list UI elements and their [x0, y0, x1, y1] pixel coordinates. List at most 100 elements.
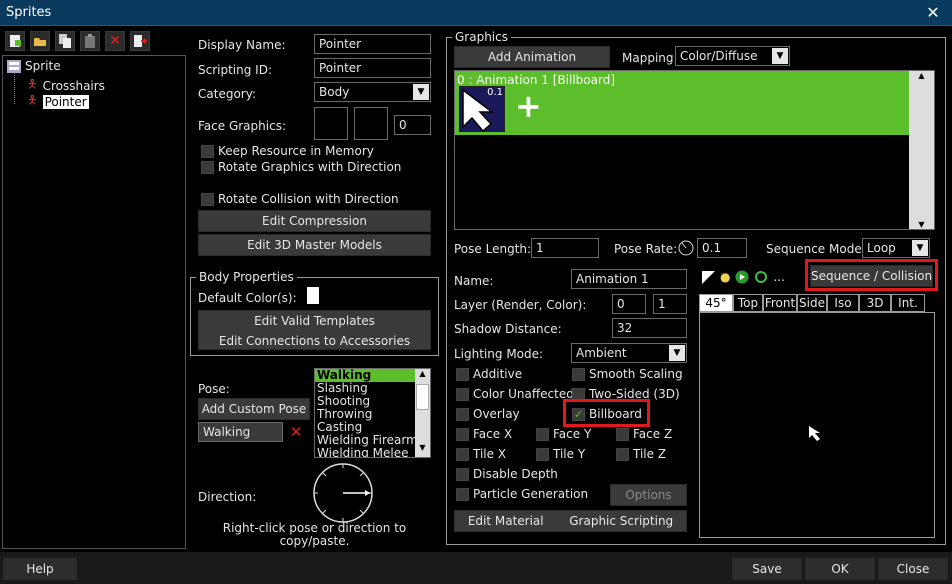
display-name-input[interactable]: Pointer [314, 34, 431, 54]
edit-connections-button[interactable]: Edit Connections to Accessories [199, 331, 430, 351]
scroll-thumb[interactable] [416, 384, 429, 410]
tile-x-checkbox[interactable]: Tile X [456, 447, 506, 461]
category-select[interactable]: Body ▼ [314, 82, 431, 102]
pose-item[interactable]: Wielding Melee [315, 447, 430, 458]
tile-y-checkbox[interactable]: Tile Y [536, 447, 585, 461]
default-color-swatch[interactable] [307, 287, 319, 304]
tab-side[interactable]: Side [797, 294, 827, 312]
more-icon[interactable]: ... [773, 270, 784, 284]
direction-dial[interactable] [312, 462, 374, 524]
shadow-distance-label: Shadow Distance: [454, 322, 562, 336]
display-name-label: Display Name: [198, 38, 286, 52]
animation-scrollbar[interactable]: ▲ ▼ [909, 71, 934, 229]
scroll-down-icon[interactable]: ▼ [909, 220, 934, 229]
add-animation-button[interactable]: Add Animation [454, 46, 610, 68]
title-bar: Sprites ✕ [0, 0, 952, 26]
scroll-up-icon[interactable]: ▲ [909, 71, 934, 80]
export-icon[interactable] [130, 31, 150, 51]
chevron-down-icon: ▼ [772, 48, 788, 64]
pose-rate-dial-icon[interactable] [678, 240, 694, 256]
tab-front[interactable]: Front [763, 294, 797, 312]
tab-int[interactable]: Int. [891, 294, 925, 312]
save-button[interactable]: Save [732, 558, 802, 580]
help-button[interactable]: Help [3, 558, 77, 580]
animation-row[interactable]: 0 : Animation 1 [Billboard] 0.1 + [455, 71, 910, 135]
pose-list[interactable]: Walking Slashing Shooting Throwing Casti… [314, 368, 431, 458]
tree-item-pointer[interactable]: 🯅 Pointer [27, 91, 89, 112]
pose-name-input[interactable]: Walking [198, 422, 283, 442]
tab-45[interactable]: 45° [699, 294, 733, 312]
layer-render-input[interactable]: 0 [612, 294, 646, 314]
pose-label: Pose: [198, 382, 230, 396]
play-icon[interactable] [735, 270, 749, 284]
options-button[interactable]: Options [610, 484, 687, 506]
add-frame-icon[interactable]: + [515, 90, 542, 122]
scripting-id-label: Scripting ID: [198, 63, 272, 77]
rotate-graphics-checkbox[interactable]: Rotate Graphics with Direction [201, 160, 401, 174]
pose-rate-input[interactable]: 0.1 [697, 238, 747, 258]
add-custom-pose-button[interactable]: Add Custom Pose [198, 398, 310, 420]
check-icon: ✓ [572, 407, 585, 421]
tab-iso[interactable]: Iso [827, 294, 859, 312]
face-graphics-input[interactable]: 0 [394, 115, 431, 135]
pose-length-input[interactable]: 1 [531, 238, 599, 258]
billboard-checkbox[interactable]: ✓ Billboard [572, 407, 642, 421]
tab-top[interactable]: Top [733, 294, 763, 312]
disable-depth-checkbox[interactable]: Disable Depth [456, 467, 558, 481]
face-y-checkbox[interactable]: Face Y [536, 427, 591, 441]
pose-list-scrollbar[interactable]: ▲ ▼ [415, 369, 430, 457]
chevron-down-icon: ▼ [912, 240, 928, 256]
animation-list[interactable]: 0 : Animation 1 [Billboard] 0.1 + ▲ ▼ [454, 70, 935, 230]
color-unaffected-checkbox[interactable]: Color Unaffected [456, 387, 574, 401]
tab-3d[interactable]: 3D [859, 294, 891, 312]
close-button[interactable]: Close [878, 558, 948, 580]
layer-color-input[interactable]: 1 [653, 294, 687, 314]
sequence-collision-button[interactable]: Sequence / Collision [810, 265, 933, 287]
mapping-label: Mapping: [622, 51, 678, 65]
edit-compression-button[interactable]: Edit Compression [198, 210, 431, 232]
additive-checkbox[interactable]: Additive [456, 367, 522, 381]
open-folder-icon[interactable] [30, 31, 50, 51]
light-bulb-icon[interactable]: ● [720, 270, 730, 284]
tree-line [14, 72, 15, 104]
ok-button[interactable]: OK [805, 558, 875, 580]
frame-thumbnail[interactable]: 0.1 [459, 86, 505, 133]
background-toggle-icon[interactable] [702, 270, 715, 284]
scripting-id-input[interactable]: Pointer [314, 58, 431, 78]
scroll-up-icon[interactable]: ▲ [415, 369, 430, 383]
edit-material-button[interactable]: Edit Material [468, 511, 544, 531]
folder-icon [7, 59, 21, 73]
hint-text: Right-click pose or direction to copy/pa… [222, 521, 407, 548]
new-icon[interactable] [5, 31, 25, 51]
keep-resource-checkbox[interactable]: Keep Resource in Memory [201, 144, 374, 158]
sprite-tree[interactable]: Sprite 🯅 Crosshairs 🯅 Pointer [2, 55, 186, 549]
animation-name-input[interactable]: Animation 1 [571, 269, 687, 289]
edit-3d-master-button[interactable]: Edit 3D Master Models [198, 234, 431, 256]
paste-icon[interactable] [80, 31, 100, 51]
face-z-checkbox[interactable]: Face Z [616, 427, 672, 441]
face-x-checkbox[interactable]: Face X [456, 427, 512, 441]
overlay-checkbox[interactable]: Overlay [456, 407, 520, 421]
rotate-collision-checkbox[interactable]: Rotate Collision with Direction [201, 192, 399, 206]
edit-valid-templates-button[interactable]: Edit Valid Templates [199, 311, 430, 331]
face-graphic-slot-1[interactable] [314, 107, 348, 140]
tile-z-checkbox[interactable]: Tile Z [616, 447, 666, 461]
preview-viewport[interactable] [699, 312, 935, 538]
delete-pose-icon[interactable]: ✕ [290, 423, 303, 441]
delete-icon[interactable]: ✕ [105, 31, 125, 51]
particle-generation-checkbox[interactable]: Particle Generation [456, 487, 588, 501]
smooth-scaling-checkbox[interactable]: Smooth Scaling [572, 367, 683, 381]
tree-root[interactable]: Sprite [7, 59, 61, 73]
refresh-icon[interactable] [754, 270, 768, 284]
copy-icon[interactable] [55, 31, 75, 51]
scroll-down-icon[interactable]: ▼ [415, 443, 430, 457]
graphic-scripting-button[interactable]: Graphic Scripting [569, 511, 673, 531]
lighting-mode-select[interactable]: Ambient ▼ [571, 343, 687, 363]
face-graphic-slot-2[interactable] [354, 107, 388, 140]
sequence-mode-select[interactable]: Loop ▼ [862, 238, 930, 258]
window-title: Sprites [6, 5, 52, 20]
mapping-select[interactable]: Color/Diffuse ▼ [675, 46, 790, 66]
bottom-buttons: Edit Material Graphic Scripting [454, 510, 687, 532]
shadow-distance-input[interactable]: 32 [612, 318, 687, 338]
close-icon[interactable]: ✕ [924, 3, 942, 22]
